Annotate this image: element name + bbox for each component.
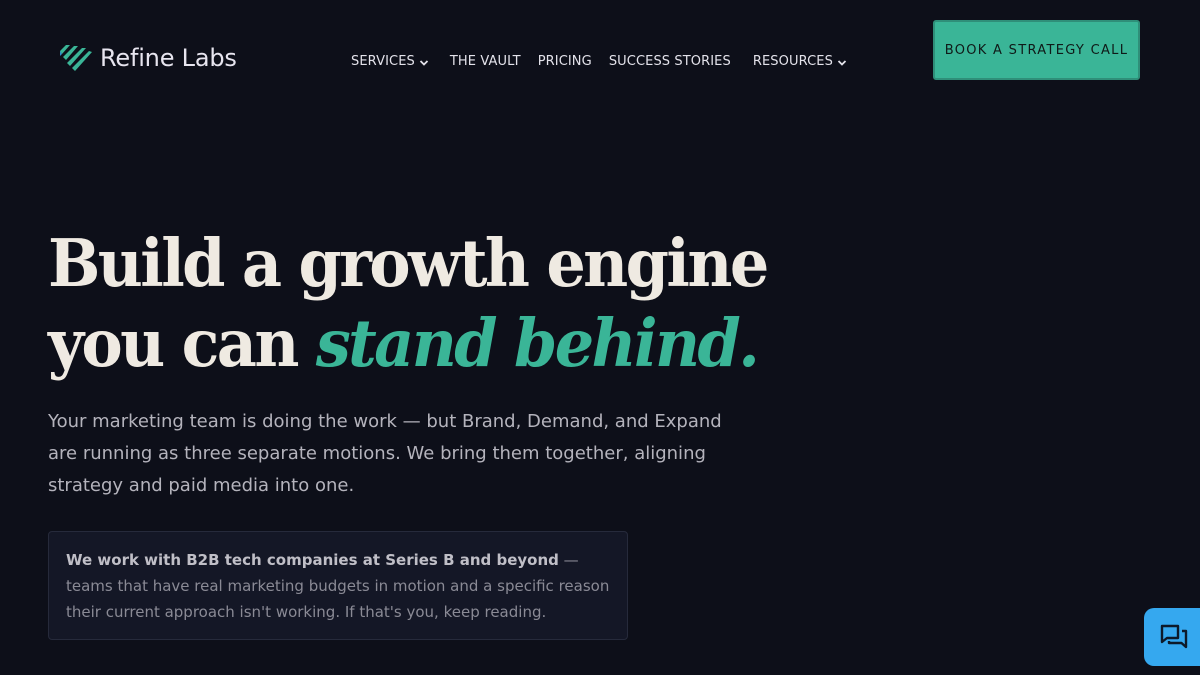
chevron-down-icon <box>837 60 847 66</box>
hero-headline: Build a growth engine you can stand behi… <box>48 224 769 384</box>
nav-services[interactable]: SERVICES <box>351 53 429 71</box>
nav-pricing[interactable]: PRICING <box>538 53 592 71</box>
nav-success-stories-label: SUCCESS STORIES <box>608 54 731 69</box>
logo-link[interactable]: Refine Labs <box>60 44 237 72</box>
chevron-down-icon <box>419 60 428 66</box>
nav-the-vault-label: THE VAULT <box>449 54 521 69</box>
refine-labs-logo-icon <box>60 45 92 71</box>
audience-notice-strong: We work with B2B tech companies at Serie… <box>66 551 559 569</box>
hero-headline-line1: Build a growth engine <box>48 225 769 302</box>
hero-headline-line2: you can <box>48 304 316 382</box>
brand-name: Refine Labs <box>100 44 237 72</box>
nav-success-stories[interactable]: SUCCESS STORIES <box>609 53 731 71</box>
main-nav: SERVICES THE VAULT PRICING SUCCESS STORI… <box>351 53 847 71</box>
nav-resources-label: RESOURCES <box>752 54 833 69</box>
nav-resources[interactable]: RESOURCES <box>753 53 847 71</box>
hero-headline-accent: stand behind. <box>315 304 760 382</box>
nav-the-vault[interactable]: THE VAULT <box>450 53 521 71</box>
chat-bubbles-icon <box>1160 624 1188 649</box>
chat-widget-button[interactable] <box>1144 608 1200 666</box>
hero-subcopy: Your marketing team is doing the work — … <box>48 411 722 496</box>
nav-services-label: SERVICES <box>351 54 415 69</box>
audience-notice: We work with B2B tech companies at Serie… <box>48 531 628 640</box>
book-strategy-call-button[interactable]: BOOK A STRATEGY CALL <box>933 20 1140 80</box>
nav-pricing-label: PRICING <box>537 54 592 69</box>
